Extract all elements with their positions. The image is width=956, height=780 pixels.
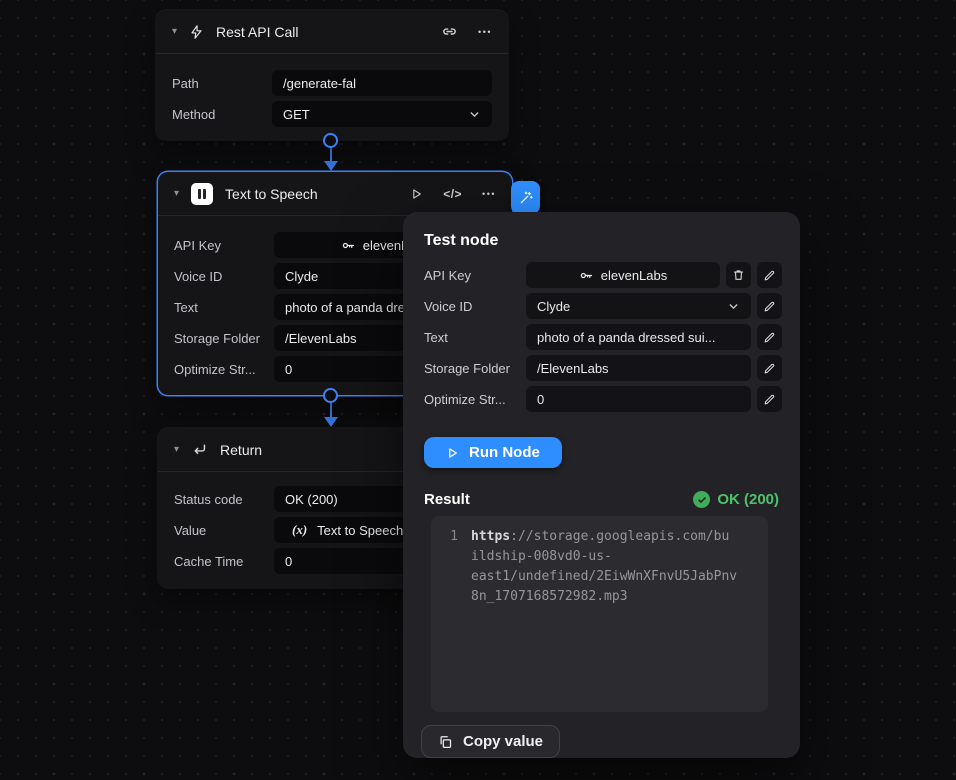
text-value: photo of a panda dressed sui... — [537, 330, 740, 345]
pencil-icon — [763, 269, 776, 282]
node-rest-api-actions: ••• — [441, 23, 492, 40]
pause-icon — [191, 183, 213, 205]
optimize-streaming-input[interactable]: 0 — [526, 386, 751, 412]
edge-tts-to-return-arrowhead — [324, 417, 338, 427]
path-value: /generate-fal — [283, 76, 481, 91]
pencil-icon — [763, 300, 776, 313]
collapse-caret-icon[interactable]: ▾ — [172, 27, 177, 37]
node-title: Text to Speech — [225, 186, 318, 202]
copy-value-button[interactable]: Copy value — [421, 725, 560, 758]
result-label: Result — [424, 491, 470, 508]
edge-tts-to-return — [330, 402, 332, 418]
text-input[interactable]: photo of a panda dressed sui... — [526, 324, 751, 350]
storage-folder-label: Storage Folder — [424, 361, 520, 376]
key-icon — [579, 268, 594, 283]
optimize-streaming-label: Optimize Str... — [174, 362, 274, 377]
api-key-value: elevenLabs — [601, 268, 668, 283]
panel-title: Test node — [424, 232, 782, 250]
storage-folder-input[interactable]: /ElevenLabs — [526, 355, 751, 381]
edge-rest-to-tts-arrowhead — [324, 161, 338, 171]
output-port-text-to-speech[interactable] — [323, 388, 338, 403]
output-port-rest-api[interactable] — [323, 133, 338, 148]
panel-row-optimize-streaming: Optimize Str... 0 — [421, 386, 782, 412]
result-url: https://storage.googleapis.com/buildship… — [471, 527, 737, 701]
code-icon[interactable]: </> — [443, 187, 462, 201]
path-input[interactable]: /generate-fal — [272, 70, 492, 96]
copy-icon — [438, 734, 453, 750]
status-text: OK (200) — [717, 491, 779, 508]
key-icon — [341, 238, 356, 253]
play-icon — [446, 446, 459, 460]
run-node-button[interactable]: Run Node — [424, 437, 562, 468]
storage-folder-value: /ElevenLabs — [537, 361, 740, 376]
pencil-icon — [763, 393, 776, 406]
panel-row-storage-folder: Storage Folder /ElevenLabs — [421, 355, 782, 381]
link-icon[interactable] — [441, 23, 458, 40]
node-title: Return — [220, 442, 262, 458]
edit-voice-id-button[interactable] — [757, 293, 782, 319]
value-label: Value — [174, 523, 274, 538]
api-key-label: API Key — [424, 268, 520, 283]
node-tts-actions: </> ••• — [410, 187, 496, 201]
api-key-label: API Key — [174, 238, 274, 253]
url-scheme: https — [471, 529, 510, 544]
voice-id-select[interactable]: Clyde — [526, 293, 751, 319]
result-output[interactable]: 1 https://storage.googleapis.com/buildsh… — [431, 516, 768, 712]
node-rest-api-call[interactable]: ▾ Rest API Call ••• Path /generate-fal M… — [156, 10, 508, 140]
path-label: Path — [172, 76, 272, 91]
api-key-chip[interactable]: elevenLabs — [526, 262, 720, 288]
play-icon[interactable] — [410, 187, 423, 201]
trash-icon — [732, 268, 745, 282]
method-select[interactable]: GET — [272, 101, 492, 127]
node-rest-api-header: ▾ Rest API Call ••• — [156, 10, 508, 54]
more-options-icon[interactable]: ••• — [482, 189, 496, 199]
return-arrow-icon — [191, 441, 208, 458]
copy-value-label: Copy value — [463, 733, 543, 750]
collapse-caret-icon[interactable]: ▾ — [174, 189, 179, 199]
status-code-label: Status code — [174, 492, 274, 507]
edit-api-key-button[interactable] — [757, 262, 782, 288]
edit-text-button[interactable] — [757, 324, 782, 350]
delete-api-key-button[interactable] — [726, 262, 751, 288]
panel-row-voice-id: Voice ID Clyde — [421, 293, 782, 319]
voice-id-value: Clyde — [537, 299, 720, 314]
workflow-canvas[interactable]: ▾ Rest API Call ••• Path /generate-fal M… — [0, 0, 956, 780]
url-rest: ://storage.googleapis.com/buildship-008v… — [471, 529, 737, 604]
text-label: Text — [174, 300, 274, 315]
field-row-path: Path /generate-fal — [172, 70, 492, 96]
run-node-label: Run Node — [469, 444, 540, 461]
pencil-icon — [763, 331, 776, 344]
lightning-icon — [189, 24, 204, 40]
cache-time-label: Cache Time — [174, 554, 274, 569]
pencil-icon — [763, 362, 776, 375]
field-row-method: Method GET — [172, 101, 492, 127]
storage-folder-label: Storage Folder — [174, 331, 274, 346]
node-title: Rest API Call — [216, 24, 298, 40]
status-badge: OK (200) — [693, 491, 779, 508]
magic-wand-button[interactable] — [511, 181, 540, 214]
line-number: 1 — [443, 527, 458, 701]
node-tts-header: ▾ Text to Speech </> ••• — [158, 172, 512, 216]
collapse-caret-icon[interactable]: ▾ — [174, 445, 179, 455]
check-circle-icon — [693, 491, 710, 508]
method-label: Method — [172, 107, 272, 122]
text-label: Text — [424, 330, 520, 345]
voice-id-label: Voice ID — [174, 269, 274, 284]
optimize-streaming-label: Optimize Str... — [424, 392, 520, 407]
node-rest-api-body: Path /generate-fal Method GET — [156, 54, 508, 142]
chevron-down-icon — [727, 300, 740, 313]
edit-optimize-streaming-button[interactable] — [757, 386, 782, 412]
panel-row-api-key: API Key elevenLabs — [421, 262, 782, 288]
magic-wand-icon — [518, 190, 534, 206]
result-header: Result OK (200) — [424, 491, 779, 508]
more-options-icon[interactable]: ••• — [478, 27, 492, 37]
panel-row-text: Text photo of a panda dressed sui... — [421, 324, 782, 350]
voice-id-label: Voice ID — [424, 299, 520, 314]
edit-storage-folder-button[interactable] — [757, 355, 782, 381]
test-node-panel: Test node API Key elevenLabs Voice ID Cl… — [403, 212, 800, 758]
method-value: GET — [283, 107, 461, 122]
optimize-streaming-value: 0 — [537, 392, 740, 407]
chevron-down-icon — [468, 108, 481, 121]
variable-icon: (x) — [292, 522, 307, 538]
